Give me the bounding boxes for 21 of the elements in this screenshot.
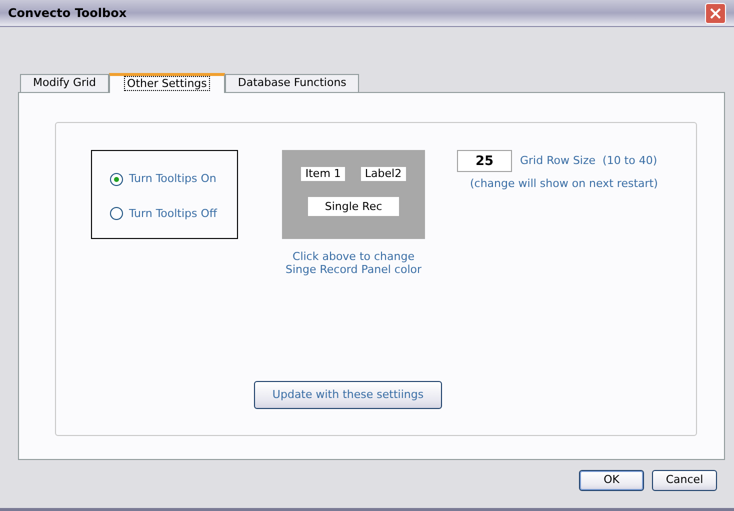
radio-label: Turn Tooltips Off xyxy=(129,206,217,222)
close-icon xyxy=(709,6,722,20)
close-button[interactable] xyxy=(705,2,726,24)
row-size-label: Grid Row Size (10 to 40) xyxy=(520,152,658,169)
color-preview-panel[interactable]: Item 1 Label2 Single Rec xyxy=(282,150,425,239)
window-title: Convecto Toolbox xyxy=(8,5,127,22)
preview-label: Item 1 xyxy=(301,167,345,181)
tab[interactable]: Other Settings xyxy=(109,73,225,93)
row-size-field[interactable]: 25 xyxy=(457,150,512,172)
radio-button[interactable] xyxy=(110,172,123,186)
panel-caption: Click above to change Singe Record Panel color xyxy=(285,250,422,276)
cancel-button[interactable]: Cancel xyxy=(652,470,717,491)
radio-label: Turn Tooltips On xyxy=(129,171,216,187)
preview-record-label: Single Rec xyxy=(308,197,399,216)
radio-button[interactable] xyxy=(110,207,123,220)
preview-label: Label2 xyxy=(360,167,406,181)
update-button[interactable]: Update with these settiings xyxy=(254,381,442,409)
tab[interactable]: Database Functions xyxy=(224,74,360,92)
restart-note: (change will show on next restart) xyxy=(470,176,658,192)
ok-button[interactable]: OK xyxy=(579,470,644,491)
tab[interactable]: Modify Grid xyxy=(20,74,110,92)
